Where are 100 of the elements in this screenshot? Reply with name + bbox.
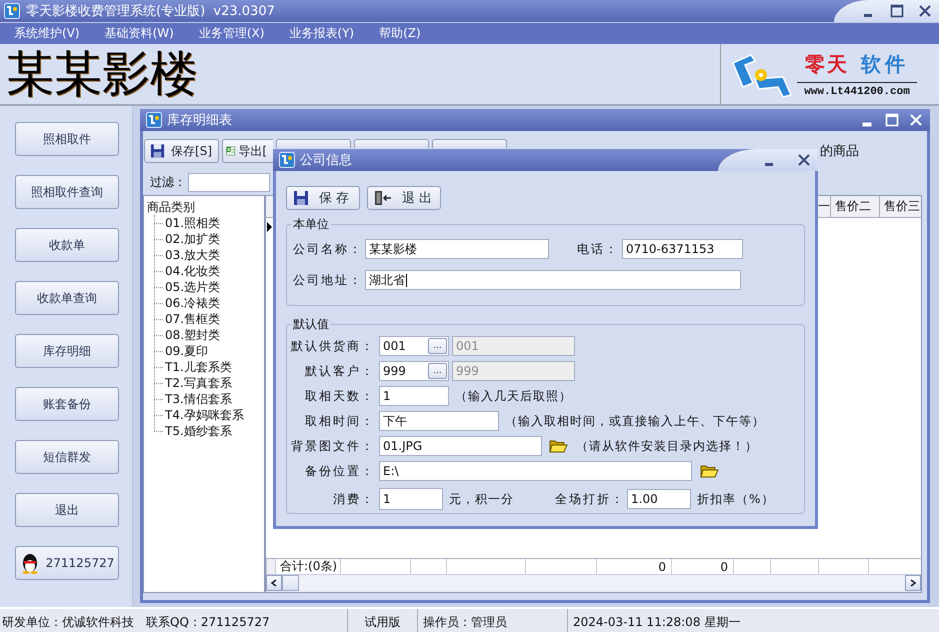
logo-text: 零天 xyxy=(805,50,849,78)
toolbar-button[interactable] xyxy=(432,139,507,148)
input-field[interactable]: 某某影楼 xyxy=(365,239,549,259)
status-text: 试用版 xyxy=(364,614,400,630)
sidebar-button[interactable]: 收款单 xyxy=(15,228,119,262)
maximize-button[interactable] xyxy=(889,3,905,19)
sidebar-button[interactable]: 短信群发 xyxy=(15,440,119,474)
studio-name: 某某影楼 xyxy=(5,45,199,104)
toolbar-button[interactable] xyxy=(276,139,351,148)
menu-item[interactable]: 系统维护(V) xyxy=(14,25,80,42)
column-header: 一 xyxy=(818,198,830,215)
close-button[interactable] xyxy=(908,112,924,128)
input-field[interactable]: 1 xyxy=(379,488,443,510)
exit-button[interactable]: 退 出 xyxy=(367,186,441,210)
sidebar-button[interactable]: 收款单查询 xyxy=(15,281,119,315)
app-icon xyxy=(146,112,162,128)
tree-item[interactable]: 08.塑封类 xyxy=(165,326,220,344)
field-label: 背景图文件： xyxy=(290,438,375,454)
field-label: 公司名称： xyxy=(292,240,363,258)
field-label: 电话： xyxy=(576,240,619,258)
tree-item[interactable]: T5.婚纱套系 xyxy=(165,422,232,440)
tree-item[interactable]: 05.选片类 xyxy=(165,278,220,296)
logo-url: www.Lt441200.com xyxy=(804,86,910,98)
tree-item[interactable]: T3.情侣套系 xyxy=(165,390,232,408)
field-label: 消费： xyxy=(332,490,375,508)
save-button[interactable]: 保 存 xyxy=(286,186,360,210)
field-label: 默认客户： xyxy=(304,362,375,380)
penguin-icon xyxy=(20,552,40,574)
status-text: 操作员：管理员 xyxy=(423,614,507,630)
hint-text: （输入几天后取照） xyxy=(455,388,572,404)
column-header: 售价三 xyxy=(884,198,920,215)
row-header-cell xyxy=(266,559,275,574)
status-text: 联系QQ：271125727 xyxy=(146,614,270,630)
tree-item[interactable]: 01.照相类 xyxy=(165,214,220,232)
sidebar-button[interactable]: 照相取件查询 xyxy=(15,175,119,209)
unit-text: 折扣率（%） xyxy=(697,490,774,508)
field-label: 公司地址： xyxy=(292,272,363,288)
qq-button[interactable]: 271125727 xyxy=(15,546,119,580)
tree-item[interactable]: 02.加扩类 xyxy=(165,230,220,248)
sidebar-button[interactable]: 退出 xyxy=(15,493,119,527)
field-label: 取相天数： xyxy=(304,388,375,404)
menu-item[interactable]: 业务报表(Y) xyxy=(289,25,354,42)
input-field[interactable]: 0710-6371153 xyxy=(622,239,743,259)
close-button[interactable] xyxy=(917,3,933,19)
input-field[interactable]: 下午 xyxy=(379,411,499,431)
ellipsis-button[interactable]: ... xyxy=(428,338,447,354)
tree-item[interactable]: 06.冷裱类 xyxy=(165,294,220,312)
field-label: 取相时间： xyxy=(304,412,375,430)
horizontal-scrollbar[interactable] xyxy=(266,574,921,592)
tree-item[interactable]: T4.孕妈咪套系 xyxy=(165,406,244,424)
total-value: 0 xyxy=(720,560,729,574)
scroll-right-button[interactable] xyxy=(905,575,921,591)
save-button[interactable]: 保存[S] xyxy=(144,139,219,163)
ellipsis-button[interactable]: ... xyxy=(428,363,447,379)
tree-item[interactable]: 09.夏印 xyxy=(165,342,208,360)
hint-text: （请从软件安装目录内选择！） xyxy=(576,438,758,454)
folder-icon[interactable] xyxy=(700,463,719,479)
sidebar-button[interactable]: 账套备份 xyxy=(15,387,119,421)
sidebar-button[interactable]: 照相取件 xyxy=(15,122,119,156)
input-field[interactable]: 湖北省 xyxy=(365,270,741,290)
tree-item[interactable]: 04.化妆类 xyxy=(165,262,220,280)
filter-label: 过滤： xyxy=(150,174,186,190)
app-icon xyxy=(279,152,295,168)
sidebar-button[interactable]: 库存明细 xyxy=(15,334,119,368)
category-tree[interactable]: 商品类别 01.照相类 02.加扩类 03.放大类 04.化妆类 05.选片类 06.冷裱类 07.售框类 08.塑封类 09.夏印 T1.儿套系类 T2.写真套系 T3.情侣套系 T4.孕妈咪套系 T5.婚纱套系 xyxy=(143,195,265,593)
export-button[interactable]: 导出[ xyxy=(222,139,273,163)
logo-text: 软件 xyxy=(861,50,909,78)
field-label: 全场打折： xyxy=(555,490,625,508)
input-field[interactable]: 001 ... xyxy=(379,336,449,356)
tree-item[interactable]: 商品类别 xyxy=(147,199,264,215)
floppy-icon xyxy=(293,190,309,206)
input-field[interactable]: 1 xyxy=(379,386,449,406)
scroll-left-button[interactable] xyxy=(266,575,282,591)
input-field[interactable]: E:\ xyxy=(379,461,692,481)
tree-item[interactable]: 03.放大类 xyxy=(165,246,220,264)
door-exit-icon xyxy=(374,190,392,206)
group-title: 默认值 xyxy=(292,316,330,333)
status-text: 2024-03-11 11:28:08 星期一 xyxy=(573,614,740,630)
menu-item[interactable]: 业务管理(X) xyxy=(198,25,264,42)
input-field: 001 xyxy=(452,336,575,356)
dialog-title: 公司信息 xyxy=(300,152,352,169)
tree-item[interactable]: 07.售框类 xyxy=(165,310,220,328)
folder-icon[interactable] xyxy=(549,438,568,454)
unit-text: 元，积一分 xyxy=(449,490,515,508)
tree-item[interactable]: T1.儿套系类 xyxy=(165,358,232,376)
toolbar-button[interactable] xyxy=(354,139,429,148)
group-title: 本单位 xyxy=(292,216,330,233)
input-field[interactable]: 1.00 xyxy=(627,489,691,509)
input-field[interactable]: 01.JPG xyxy=(379,436,542,456)
field-label: 默认供货商： xyxy=(290,338,375,354)
window-title: 零天影楼收费管理系统(专业版) v23.0307 xyxy=(26,3,275,20)
filter-field[interactable] xyxy=(188,172,270,192)
menu-item[interactable]: 帮助(Z) xyxy=(379,25,421,42)
scroll-thumb[interactable] xyxy=(282,575,299,591)
hint-text: （输入取相时间，或直接输入上午、下午等） xyxy=(505,412,765,430)
checkbox-label: 的商品 xyxy=(820,143,859,160)
input-field[interactable]: 999 ... xyxy=(379,361,449,381)
close-button[interactable] xyxy=(796,152,812,168)
tree-item[interactable]: T2.写真套系 xyxy=(165,374,232,392)
menu-item[interactable]: 基础资料(W) xyxy=(104,25,174,42)
